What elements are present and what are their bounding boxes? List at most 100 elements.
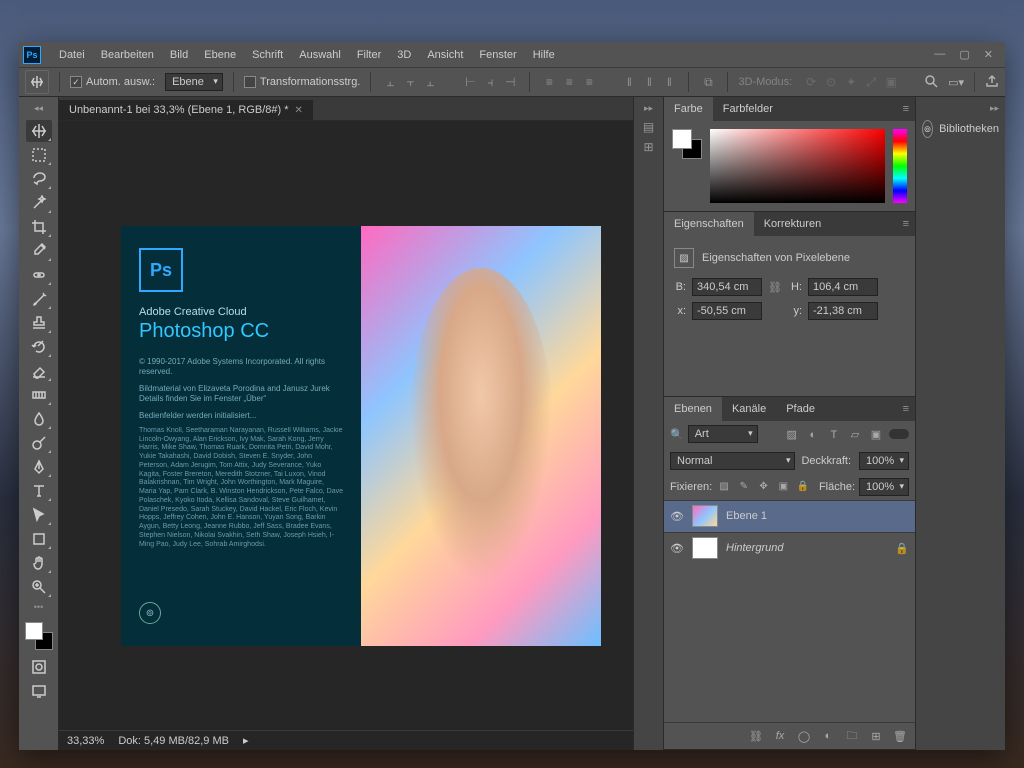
lock-artboard-icon[interactable]: ▣ [775, 479, 791, 495]
panel-menu-icon[interactable]: ≡ [897, 218, 915, 230]
shape-tool[interactable] [26, 528, 52, 550]
lock-pixels-icon[interactable]: ▨ [716, 479, 732, 495]
maximize-icon[interactable]: ▢ [959, 48, 969, 61]
lasso-tool[interactable] [26, 168, 52, 190]
menu-datei[interactable]: Datei [51, 42, 93, 67]
align-right-icon[interactable]: ⊣ [501, 73, 519, 91]
dodge-tool[interactable] [26, 432, 52, 454]
fx-icon[interactable]: fx [771, 727, 789, 745]
active-tool-icon[interactable] [25, 70, 49, 94]
delete-icon[interactable]: 🗑 [891, 727, 909, 745]
panel-menu-icon[interactable]: ≡ [897, 403, 915, 415]
magic-wand-tool[interactable] [26, 192, 52, 214]
minimize-icon[interactable]: — [934, 48, 945, 61]
hand-tool[interactable] [26, 552, 52, 574]
lock-all-icon[interactable]: 🔒 [795, 479, 811, 495]
distribute-icon[interactable]: ‖ [660, 73, 678, 91]
mask-icon[interactable]: ◯ [795, 727, 813, 745]
layers-tab[interactable]: Ebenen [664, 397, 722, 421]
filter-toggle[interactable] [889, 429, 909, 439]
history-brush-tool[interactable] [26, 336, 52, 358]
layer-name[interactable]: Ebene 1 [726, 510, 909, 522]
lock-icon[interactable]: 🔒 [895, 542, 909, 555]
width-field[interactable]: 340,54 cm [692, 278, 762, 296]
pen-tool[interactable] [26, 456, 52, 478]
brush-tool[interactable] [26, 288, 52, 310]
layer-filter[interactable]: Art [688, 425, 758, 443]
menu-ansicht[interactable]: Ansicht [419, 42, 471, 67]
eraser-tool[interactable] [26, 360, 52, 382]
distribute-icon[interactable]: ≡ [560, 73, 578, 91]
eyedropper-tool[interactable] [26, 240, 52, 262]
doc-size[interactable]: Dok: 5,49 MB/82,9 MB [118, 735, 229, 747]
document-tab[interactable]: Unbenannt-1 bei 33,3% (Ebene 1, RGB/8#) … [59, 100, 314, 120]
layer-thumbnail[interactable] [692, 537, 718, 559]
align-vcenter-icon[interactable]: ⫟ [401, 73, 419, 91]
marquee-tool[interactable] [26, 144, 52, 166]
collapse-icon[interactable]: ▸▸ [644, 103, 653, 114]
lock-paint-icon[interactable]: ✎ [736, 479, 752, 495]
hue-slider[interactable] [893, 129, 907, 203]
close-icon[interactable]: ✕ [984, 48, 993, 61]
menu-schrift[interactable]: Schrift [244, 42, 291, 67]
zoom-tool[interactable] [26, 576, 52, 598]
collapse-icon[interactable]: ▸▸ [990, 103, 999, 114]
filter-type-icon[interactable]: T [825, 426, 843, 444]
stamp-tool[interactable] [26, 312, 52, 334]
fg-bg-swatch[interactable] [672, 129, 702, 159]
visibility-icon[interactable]: 👁 [670, 542, 684, 555]
opacity-field[interactable]: 100% [859, 452, 909, 470]
properties-tab[interactable]: Eigenschaften [664, 212, 754, 236]
filter-adjust-icon[interactable]: ◐ [804, 426, 822, 444]
crop-tool[interactable] [26, 216, 52, 238]
color-tab[interactable]: Farbe [664, 97, 713, 121]
blend-mode[interactable]: Normal [670, 452, 795, 470]
path-select-tool[interactable] [26, 504, 52, 526]
lock-position-icon[interactable]: ✥ [756, 479, 772, 495]
align-bottom-icon[interactable]: ⫠ [421, 73, 439, 91]
distribute-icon[interactable]: ≡ [580, 73, 598, 91]
y-field[interactable]: -21,38 cm [808, 302, 878, 320]
align-top-icon[interactable]: ⫠ [381, 73, 399, 91]
link-layers-icon[interactable]: ⛓ [747, 727, 765, 745]
menu-auswahl[interactable]: Auswahl [291, 42, 349, 67]
align-hcenter-icon[interactable]: ⫞ [481, 73, 499, 91]
distribute-icon[interactable]: ‖ [620, 73, 638, 91]
layer-name[interactable]: Hintergrund [726, 542, 887, 554]
transform-controls-checkbox[interactable]: Transformationsstrg. [244, 76, 360, 88]
visibility-icon[interactable]: 👁 [670, 510, 684, 523]
workspace-icon[interactable]: ▭▾ [948, 76, 964, 89]
layer-item[interactable]: 👁 Ebene 1 [664, 500, 915, 532]
status-menu-icon[interactable]: ▸ [243, 734, 249, 747]
link-icon[interactable]: ⛓ [768, 281, 782, 294]
panel-menu-icon[interactable]: ≡ [897, 103, 915, 115]
color-swatches[interactable] [25, 622, 53, 650]
distribute-icon[interactable]: ≡ [540, 73, 558, 91]
quickmask-icon[interactable] [26, 656, 52, 678]
collapse-icon[interactable]: ◂◂ [34, 103, 43, 114]
swatches-tab[interactable]: Farbfelder [713, 97, 783, 121]
height-field[interactable]: 106,4 cm [808, 278, 878, 296]
adjustments-tab[interactable]: Korrekturen [754, 212, 831, 236]
distribute-icon[interactable]: ‖ [640, 73, 658, 91]
layer-item[interactable]: 👁 Hintergrund 🔒 [664, 532, 915, 564]
healing-tool[interactable] [26, 264, 52, 286]
more-tools-icon[interactable]: ••• [34, 602, 43, 612]
filter-smart-icon[interactable]: ▣ [867, 425, 885, 443]
menu-3d[interactable]: 3D [389, 42, 419, 67]
paths-tab[interactable]: Pfade [776, 397, 825, 421]
fill-field[interactable]: 100% [859, 478, 909, 496]
color-field[interactable] [710, 129, 885, 203]
overlap-icon[interactable]: ⧉ [699, 73, 717, 91]
menu-bearbeiten[interactable]: Bearbeiten [93, 42, 162, 67]
filter-shape-icon[interactable]: ▱ [846, 425, 864, 443]
filter-image-icon[interactable]: ▨ [783, 425, 801, 443]
zoom-level[interactable]: 33,33% [67, 735, 104, 747]
adjustment-icon[interactable]: ◐ [819, 727, 837, 745]
menu-fenster[interactable]: Fenster [471, 42, 524, 67]
canvas-viewport[interactable]: Ps Adobe Creative Cloud Photoshop CC © 1… [59, 121, 633, 730]
close-tab-icon[interactable]: ✕ [295, 105, 303, 116]
search-icon[interactable] [924, 74, 938, 91]
menu-filter[interactable]: Filter [349, 42, 389, 67]
new-layer-icon[interactable]: ⊞ [867, 727, 885, 745]
